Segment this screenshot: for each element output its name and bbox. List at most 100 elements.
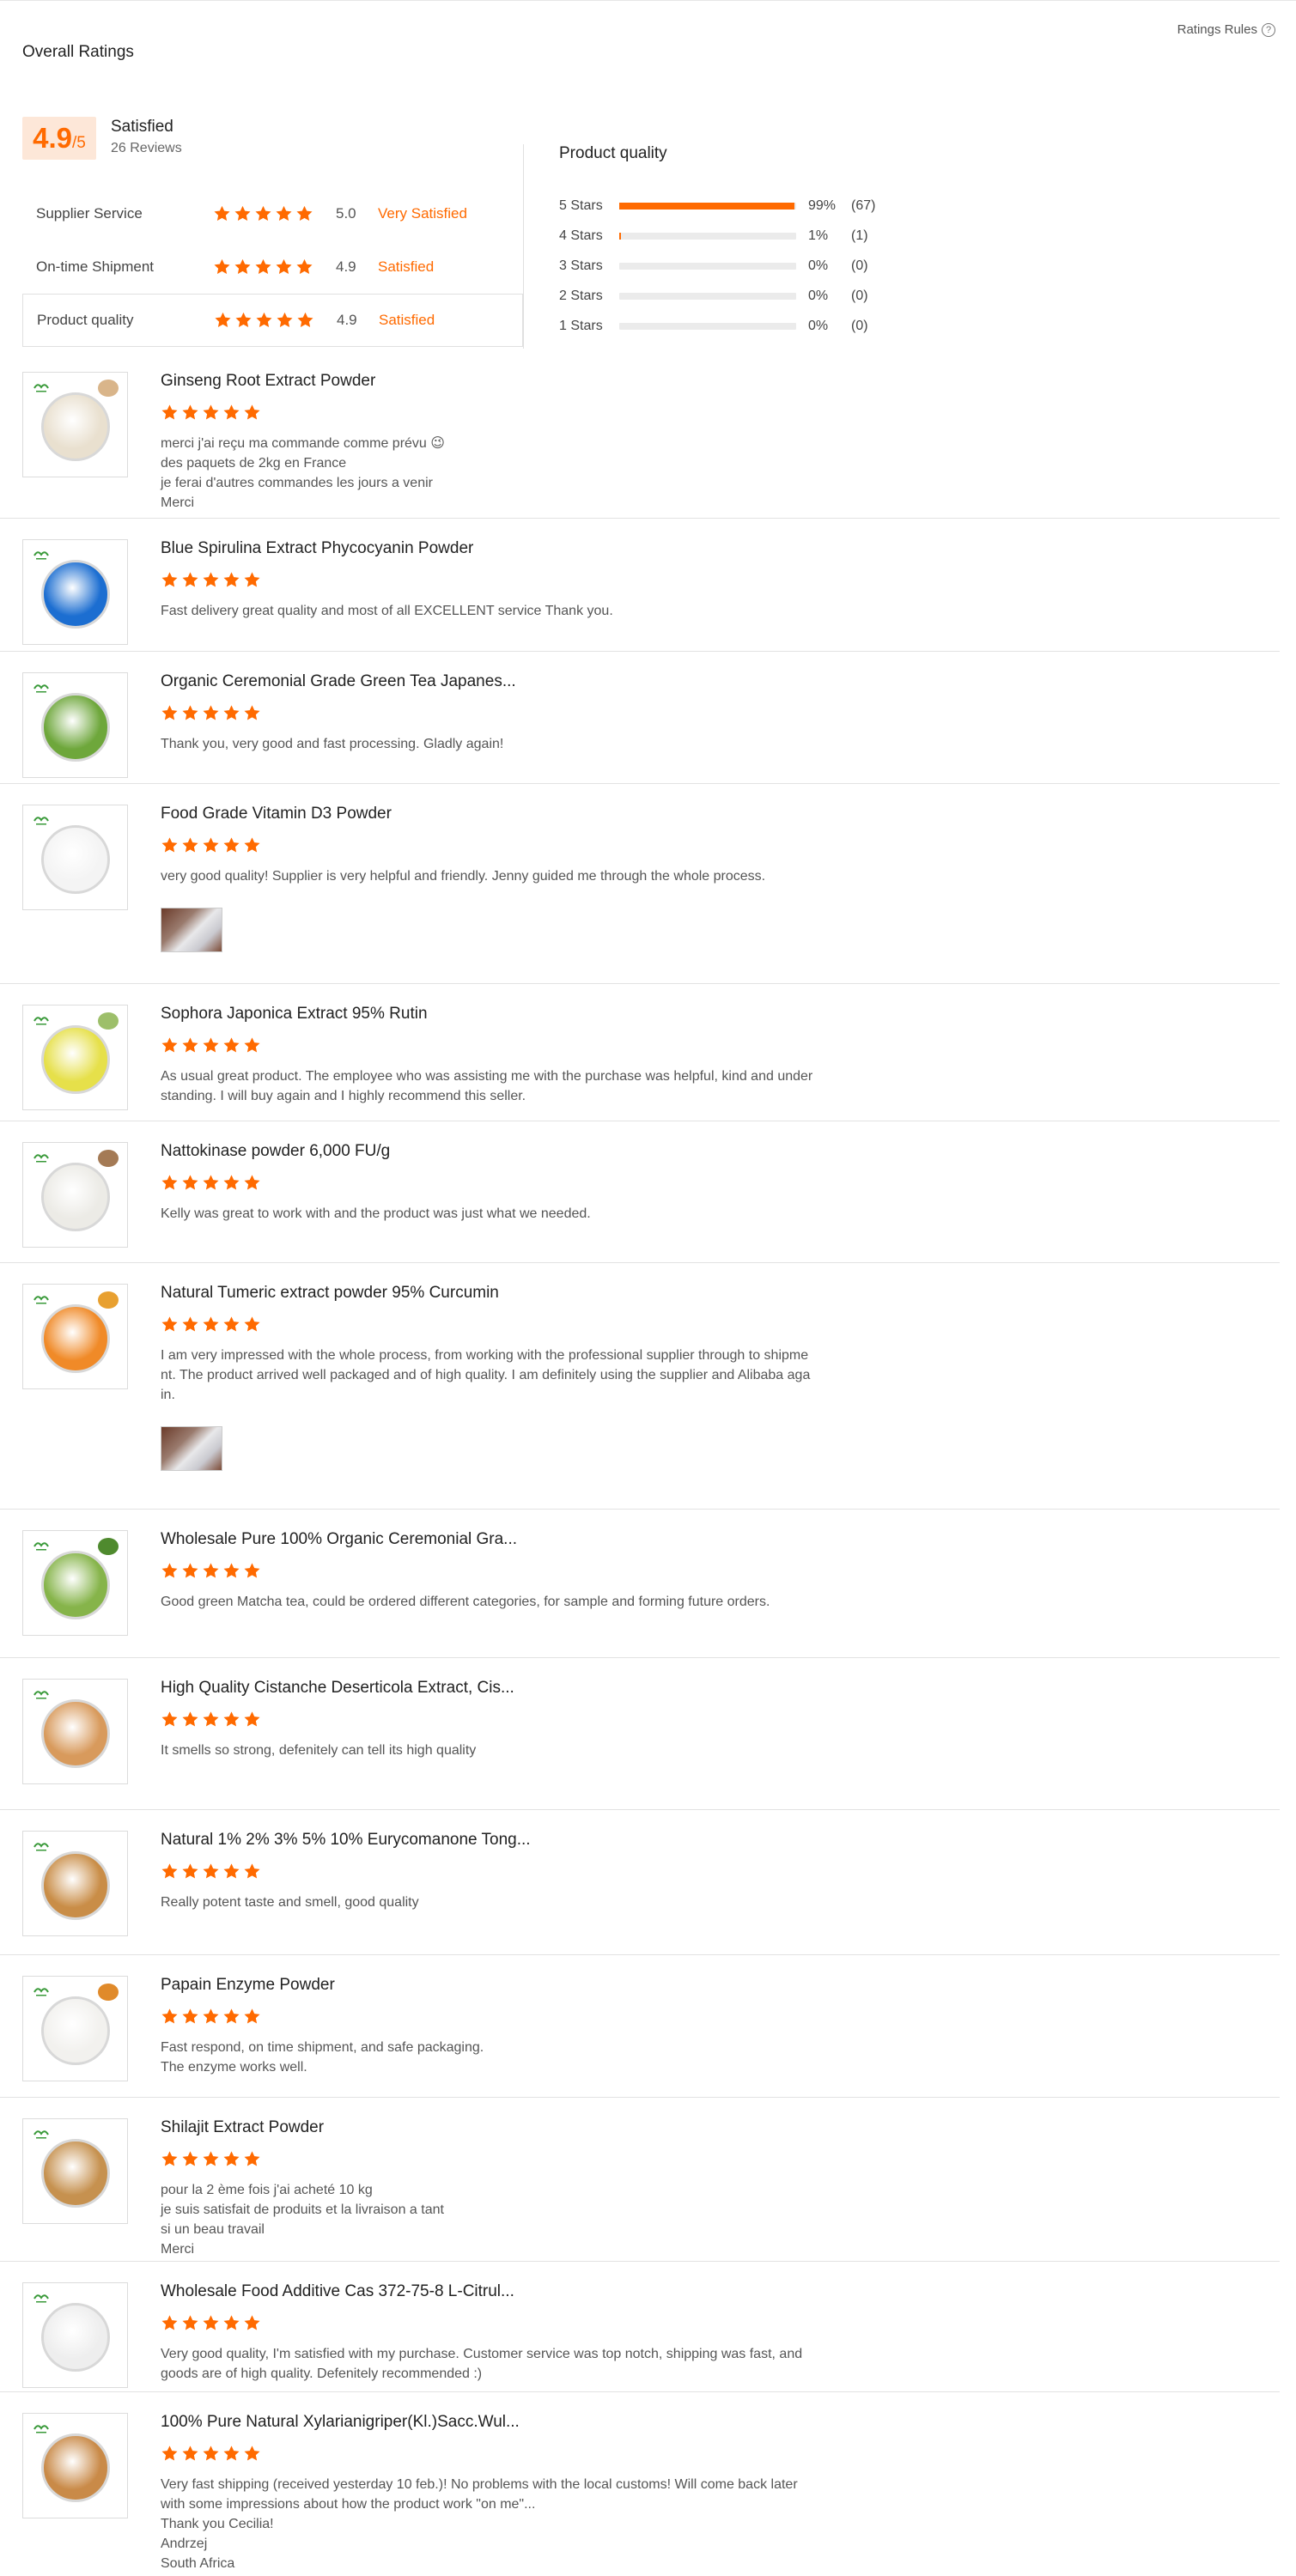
review-product-name[interactable]: Natural Tumeric extract powder 95% Curcu… — [161, 1284, 499, 1303]
review-photo[interactable] — [161, 1426, 222, 1471]
star-icon — [161, 2445, 178, 2461]
review-stars — [161, 1710, 261, 1728]
star-icon — [244, 404, 260, 420]
product-thumbnail[interactable] — [22, 1142, 128, 1248]
review-product-name[interactable]: Wholesale Pure 100% Organic Ceremonial G… — [161, 1530, 517, 1549]
product-quality-title: Product quality — [559, 144, 667, 162]
ingredient-image — [98, 1984, 119, 2001]
powder-dish-image — [40, 824, 110, 894]
star-icon — [296, 205, 313, 221]
review-text: pour la 2 ème fois j'ai acheté 10 kg je … — [161, 2183, 444, 2257]
ingredient-image — [98, 1538, 119, 1555]
overall-score: 4.9 — [33, 122, 72, 154]
star-icon — [203, 2008, 219, 2024]
star-icon — [244, 2315, 260, 2330]
star-level-label: 4 Stars — [559, 228, 603, 243]
star-icon — [161, 2008, 178, 2024]
review-text: Good green Matcha tea, could be ordered … — [161, 1595, 770, 1609]
star-icon — [255, 258, 271, 274]
brand-logo-icon — [33, 1542, 49, 1551]
star-icon — [161, 837, 178, 853]
product-thumbnail[interactable] — [22, 1976, 128, 2081]
powder-dish-image — [40, 1162, 110, 1231]
star-distribution-row: 1 Stars 0% (0) — [559, 311, 903, 341]
product-thumbnail[interactable] — [22, 372, 128, 477]
powder-dish-image — [40, 1303, 110, 1373]
star-icon — [182, 1037, 198, 1053]
star-icon — [203, 572, 219, 587]
star-icon — [255, 205, 271, 221]
star-icon — [223, 1863, 240, 1879]
dimension-row: Supplier Service 5.0 Very Satisfied — [22, 187, 523, 240]
distribution-bar — [619, 322, 796, 330]
star-icon — [161, 1563, 178, 1578]
product-thumbnail[interactable] — [22, 1005, 128, 1110]
review-product-name[interactable]: Natural 1% 2% 3% 5% 10% Eurycomanone Ton… — [161, 1831, 531, 1850]
star-icon — [244, 1316, 260, 1332]
product-thumbnail[interactable] — [22, 1831, 128, 1936]
review-product-name[interactable]: Blue Spirulina Extract Phycocyanin Powde… — [161, 539, 473, 558]
ratings-rules-link[interactable]: Ratings Rules ? — [1177, 22, 1275, 37]
brand-logo-icon — [33, 2294, 49, 2303]
review-stars — [161, 1862, 261, 1880]
distribution-count: (67) — [851, 197, 876, 213]
product-thumbnail[interactable] — [22, 1530, 128, 1636]
product-thumbnail[interactable] — [22, 539, 128, 645]
review-divider — [0, 1657, 1280, 1658]
star-icon — [223, 2151, 240, 2166]
star-icon — [244, 1037, 260, 1053]
product-thumbnail[interactable] — [22, 2282, 128, 2388]
review-product-name[interactable]: Organic Ceremonial Grade Green Tea Japan… — [161, 672, 516, 691]
review-divider — [0, 1809, 1280, 1810]
question-circle-icon[interactable]: ? — [1262, 22, 1275, 37]
review-product-name[interactable]: Sophora Japonica Extract 95% Rutin — [161, 1005, 428, 1024]
review-stars — [161, 404, 261, 422]
review-stars — [161, 2314, 261, 2332]
star-icon — [203, 2445, 219, 2461]
review-divider — [0, 1262, 1280, 1263]
star-icon — [223, 1037, 240, 1053]
star-icon — [161, 572, 178, 587]
star-icon — [203, 2315, 219, 2330]
product-thumbnail[interactable] — [22, 672, 128, 778]
product-thumbnail[interactable] — [22, 2413, 128, 2518]
product-thumbnail[interactable] — [22, 1284, 128, 1389]
review-product-name[interactable]: Food Grade Vitamin D3 Powder — [161, 805, 392, 823]
review-product-name[interactable]: Shilajit Extract Powder — [161, 2118, 324, 2137]
review-product-name[interactable]: Wholesale Food Additive Cas 372-75-8 L-C… — [161, 2282, 514, 2301]
review-product-name[interactable]: Ginseng Root Extract Powder — [161, 372, 375, 391]
dimension-score: 4.9 — [336, 258, 356, 275]
dimension-level: Satisfied — [379, 312, 435, 328]
review-stars — [161, 704, 261, 722]
star-icon — [296, 258, 313, 274]
review-product-name[interactable]: 100% Pure Natural Xylarianigriper(Kl.)Sa… — [161, 2413, 520, 2432]
dimension-score: 4.9 — [337, 312, 357, 328]
brand-logo-icon — [33, 1017, 49, 1025]
review-product-name[interactable]: Papain Enzyme Powder — [161, 1976, 335, 1995]
dimension-name: Product quality — [37, 312, 134, 328]
distribution-percent: 0% — [808, 288, 829, 303]
product-thumbnail[interactable] — [22, 805, 128, 910]
star-icon — [235, 312, 252, 327]
review-divider — [0, 1954, 1280, 1955]
review-stars — [161, 2445, 261, 2463]
section-divider — [523, 144, 524, 349]
ratings-rules-label[interactable]: Ratings Rules — [1177, 22, 1257, 37]
star-icon — [203, 837, 219, 853]
product-thumbnail[interactable] — [22, 1679, 128, 1784]
powder-dish-image — [40, 392, 110, 461]
star-icon — [244, 2445, 260, 2461]
reviews-count: 26 Reviews — [111, 141, 182, 155]
review-photo[interactable] — [161, 908, 222, 952]
review-product-name[interactable]: High Quality Cistanche Deserticola Extra… — [161, 1679, 514, 1698]
product-thumbnail[interactable] — [22, 2118, 128, 2224]
review-product-name[interactable]: Nattokinase powder 6,000 FU/g — [161, 1142, 390, 1161]
review-divider — [0, 2391, 1280, 2392]
powder-dish-image — [40, 2302, 110, 2372]
brand-logo-icon — [33, 684, 49, 693]
review-text: It smells so strong, defenitely can tell… — [161, 1743, 477, 1758]
star-icon — [161, 705, 178, 720]
ingredient-image — [98, 1012, 119, 1030]
review-text: merci j'ai reçu ma commande comme prévu … — [161, 436, 445, 510]
star-icon — [161, 1316, 178, 1332]
